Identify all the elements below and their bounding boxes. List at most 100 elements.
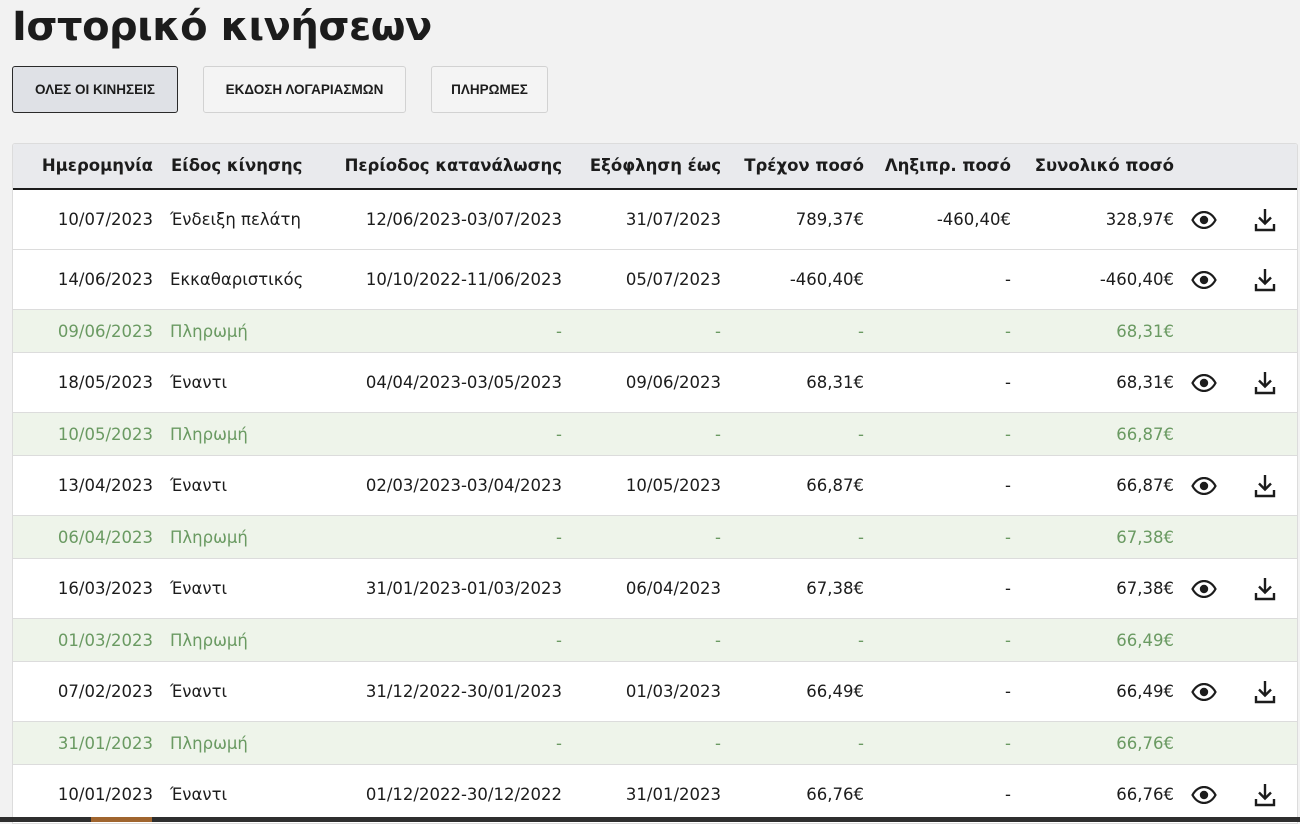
- cell-type: Έναντι: [170, 785, 228, 804]
- cell-total: 66,76€: [1116, 733, 1174, 753]
- header-current: Τρέχον ποσό: [744, 156, 864, 175]
- download-icon: [1254, 680, 1276, 704]
- cell-total: -460,40€: [1099, 270, 1174, 289]
- cell-previous: -: [1005, 527, 1011, 547]
- cell-period: -: [556, 321, 562, 341]
- cell-current: 66,87€: [806, 476, 864, 495]
- cell-type: Πληρωμή: [170, 733, 248, 753]
- cell-current: -: [858, 630, 864, 650]
- cell-period: 04/04/2023-03/05/2023: [365, 373, 562, 392]
- cell-total: 68,31€: [1116, 373, 1174, 392]
- cell-type: Πληρωμή: [170, 630, 248, 650]
- view-bill-button[interactable]: [1191, 190, 1217, 249]
- table-row: 10/07/2023 Ένδειξη πελάτη 12/06/2023-03/07…: [13, 190, 1297, 250]
- download-icon: [1254, 474, 1276, 498]
- cell-current: 66,76€: [806, 785, 864, 804]
- cell-due: 01/03/2023: [625, 682, 721, 701]
- table-row: 18/05/2023 Έναντι 04/04/2023-03/05/2023 09/…: [13, 353, 1297, 413]
- cell-current: 67,38€: [806, 579, 864, 598]
- cell-type: Πληρωμή: [170, 424, 248, 444]
- cell-due: 31/07/2023: [625, 210, 721, 229]
- page-title: Ιστορικό κινήσεων: [12, 4, 432, 50]
- table-row: 07/02/2023 Έναντι 31/12/2022-30/01/2023 01/…: [13, 662, 1297, 722]
- download-icon: [1254, 371, 1276, 395]
- cell-due: -: [715, 630, 721, 650]
- download-icon: [1254, 783, 1276, 807]
- filter-bills-button[interactable]: ΕΚΔΟΣΗ ΛΟΓΑΡΙΑΣΜΩΝ: [203, 66, 406, 113]
- cell-period: 31/01/2023-01/03/2023: [365, 579, 562, 598]
- cell-current: -460,40€: [789, 270, 864, 289]
- cell-period: 31/12/2022-30/01/2023: [365, 682, 562, 701]
- cell-previous: -: [1005, 682, 1011, 701]
- cell-current: -: [858, 424, 864, 444]
- cell-current: 68,31€: [806, 373, 864, 392]
- cell-previous: -: [1005, 373, 1011, 392]
- filter-tabs: ΟΛΕΣ ΟΙ ΚΙΝΗΣΕΙΣ ΕΚΔΟΣΗ ΛΟΓΑΡΙΑΣΜΩΝ ΠΛΗΡ…: [12, 66, 573, 113]
- view-bill-button[interactable]: [1191, 765, 1217, 823]
- view-bill-button[interactable]: [1191, 662, 1217, 721]
- download-bill-button[interactable]: [1254, 559, 1276, 618]
- cell-previous: -: [1005, 424, 1011, 444]
- cell-total: 66,87€: [1116, 476, 1174, 495]
- cell-total: 66,49€: [1116, 630, 1174, 650]
- cell-type: Έναντι: [170, 579, 228, 598]
- header-total: Συνολικό ποσό: [1034, 156, 1174, 175]
- cell-date: 06/04/2023: [57, 527, 153, 547]
- filter-payments-button[interactable]: ΠΛΗΡΩΜΕΣ: [431, 66, 548, 113]
- header-period: Περίοδος κατανάλωσης: [344, 156, 562, 175]
- eye-icon: [1191, 210, 1217, 229]
- cell-date: 01/03/2023: [57, 630, 153, 650]
- payment-row: 09/06/2023 Πληρωμή - - - - 68,31€: [13, 310, 1297, 353]
- payment-row: 10/05/2023 Πληρωμή - - - - 66,87€: [13, 413, 1297, 456]
- eye-icon: [1191, 373, 1217, 392]
- cell-type: Πληρωμή: [170, 321, 248, 341]
- download-bill-button[interactable]: [1254, 456, 1276, 515]
- cell-period: 10/10/2022-11/06/2023: [365, 270, 562, 289]
- eye-icon: [1191, 682, 1217, 701]
- transactions-table: Ημερομηνία Είδος κίνησης Περίοδος κατανά…: [12, 143, 1298, 824]
- download-bill-button[interactable]: [1254, 662, 1276, 721]
- cell-period: -: [556, 630, 562, 650]
- view-bill-button[interactable]: [1191, 559, 1217, 618]
- download-bill-button[interactable]: [1254, 190, 1276, 249]
- cell-due: 06/04/2023: [625, 579, 721, 598]
- eye-icon: [1191, 785, 1217, 804]
- eye-icon: [1191, 476, 1217, 495]
- cell-previous: -: [1005, 476, 1011, 495]
- cell-date: 10/05/2023: [57, 424, 153, 444]
- cell-previous: -: [1005, 579, 1011, 598]
- cell-period: -: [556, 733, 562, 753]
- filter-all-transactions-button[interactable]: ΟΛΕΣ ΟΙ ΚΙΝΗΣΕΙΣ: [12, 66, 178, 113]
- cell-type: Έναντι: [170, 682, 228, 701]
- view-bill-button[interactable]: [1191, 250, 1217, 309]
- cell-period: -: [556, 527, 562, 547]
- cell-previous: -: [1005, 321, 1011, 341]
- cell-previous: -: [1005, 733, 1011, 753]
- download-bill-button[interactable]: [1254, 353, 1276, 412]
- cell-period: -: [556, 424, 562, 444]
- eye-icon: [1191, 579, 1217, 598]
- cell-type: Ένδειξη πελάτη: [170, 210, 301, 229]
- cell-date: 10/01/2023: [57, 785, 153, 804]
- download-bill-button[interactable]: [1254, 765, 1276, 823]
- cell-period: 02/03/2023-03/04/2023: [365, 476, 562, 495]
- cell-period: 12/06/2023-03/07/2023: [365, 210, 562, 229]
- download-bill-button[interactable]: [1254, 250, 1276, 309]
- header-date: Ημερομηνία: [41, 156, 153, 175]
- view-bill-button[interactable]: [1191, 456, 1217, 515]
- cell-due: 10/05/2023: [625, 476, 721, 495]
- payment-row: 06/04/2023 Πληρωμή - - - - 67,38€: [13, 516, 1297, 559]
- cell-due: -: [715, 321, 721, 341]
- cell-date: 09/06/2023: [57, 321, 153, 341]
- cell-due: 05/07/2023: [625, 270, 721, 289]
- view-bill-button[interactable]: [1191, 353, 1217, 412]
- bottom-bar-accent: [91, 817, 152, 822]
- cell-date: 10/07/2023: [57, 210, 153, 229]
- payment-row: 01/03/2023 Πληρωμή - - - - 66,49€: [13, 619, 1297, 662]
- download-icon: [1254, 268, 1276, 292]
- cell-total: 67,38€: [1116, 579, 1174, 598]
- cell-previous: -: [1005, 270, 1011, 289]
- cell-due: -: [715, 424, 721, 444]
- header-due: Εξόφληση έως: [589, 156, 721, 175]
- table-row: 10/01/2023 Έναντι 01/12/2022-30/12/2022 31/…: [13, 765, 1297, 823]
